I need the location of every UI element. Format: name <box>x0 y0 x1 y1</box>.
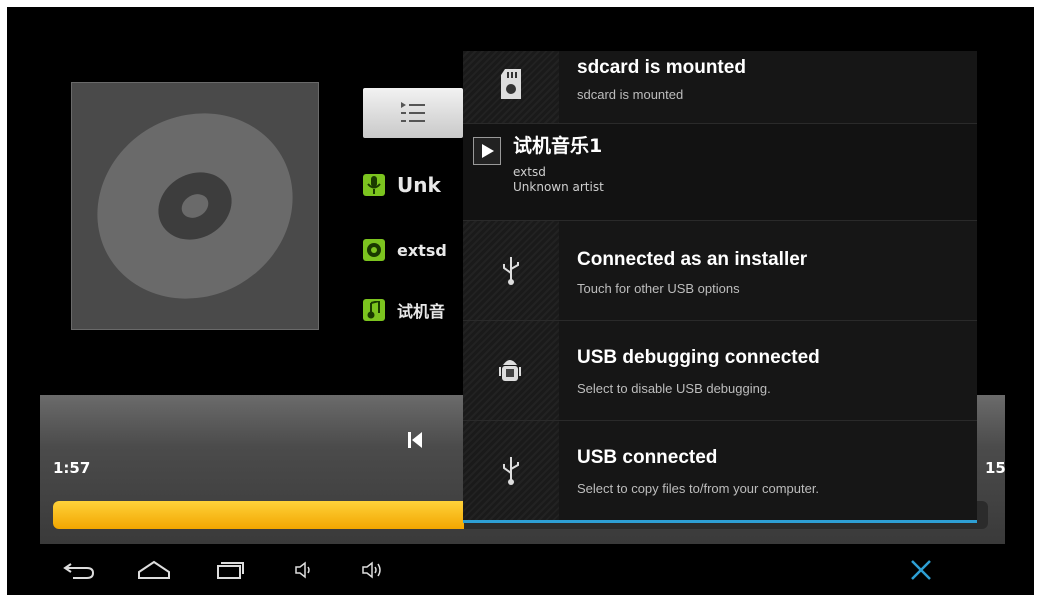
disc-icon <box>97 113 293 299</box>
list-icon <box>401 102 425 122</box>
notification-title: sdcard is mounted <box>577 57 746 78</box>
notification-title: USB connected <box>577 447 718 468</box>
sdcard-icon <box>501 69 521 99</box>
music-album: extsd <box>513 165 546 179</box>
home-button[interactable] <box>134 557 174 583</box>
time-elapsed: 1:57 <box>53 459 91 477</box>
artist-text: Unk <box>397 173 441 197</box>
notification-music[interactable]: 试机音乐1 extsd Unknown artist <box>463 124 977 221</box>
previous-button[interactable] <box>404 429 426 451</box>
album-art <box>71 82 319 330</box>
notification-play-button[interactable] <box>473 137 501 165</box>
notification-installer[interactable]: Connected as an installer Touch for othe… <box>463 221 977 321</box>
artist-row: Unk <box>363 170 441 200</box>
notification-icon-area <box>463 421 559 520</box>
notification-subtitle: Select to copy files to/from your comput… <box>577 481 820 496</box>
track-row: 试机音 <box>363 295 445 325</box>
album-text: extsd <box>397 240 447 260</box>
notification-subtitle: sdcard is mounted <box>577 87 684 102</box>
back-icon <box>63 563 95 579</box>
album-disc-icon <box>363 239 385 261</box>
notification-icon-area <box>463 221 559 320</box>
recent-apps-button[interactable] <box>209 557 249 583</box>
notification-sdcard[interactable]: sdcard is mounted sdcard is mounted <box>463 51 977 124</box>
volume-down-icon <box>295 561 310 579</box>
music-artist: Unknown artist <box>513 180 604 194</box>
play-icon <box>474 138 500 164</box>
system-nav-bar <box>7 544 1034 595</box>
volume-up-button[interactable] <box>354 557 394 583</box>
back-button[interactable] <box>59 557 99 583</box>
notification-usb-connected[interactable]: USB connected Select to copy files to/fr… <box>463 421 977 520</box>
android-debug-icon <box>499 360 521 381</box>
music-title: 试机音乐1 <box>513 135 603 157</box>
notification-icon-area <box>463 321 559 420</box>
notification-shade: sdcard is mounted sdcard is mounted 试机音乐… <box>463 51 977 523</box>
recent-apps-icon <box>217 562 244 579</box>
progress-fill <box>53 501 465 529</box>
notification-title: Connected as an installer <box>577 249 808 270</box>
notification-usb-debugging[interactable]: USB debugging connected Select to disabl… <box>463 321 977 421</box>
volume-down-button[interactable] <box>284 557 324 583</box>
notification-subtitle: Select to disable USB debugging. <box>577 381 771 396</box>
volume-up-icon <box>362 561 381 579</box>
time-total: 15 <box>985 459 1006 477</box>
notification-subtitle: Touch for other USB options <box>577 281 740 296</box>
notification-icon-area <box>463 51 559 123</box>
close-button[interactable] <box>905 554 937 586</box>
screen: Unk extsd 试机音 1:57 15 sdcard is mounted … <box>7 7 1034 595</box>
notification-title: USB debugging connected <box>577 347 820 368</box>
home-icon <box>138 560 170 579</box>
usb-icon <box>503 257 519 285</box>
microphone-icon <box>363 174 385 196</box>
previous-icon <box>408 432 422 448</box>
playlist-button[interactable] <box>363 88 463 138</box>
usb-icon <box>503 457 519 485</box>
album-row: extsd <box>363 235 447 265</box>
track-text: 试机音 <box>397 302 446 321</box>
close-icon <box>911 560 931 580</box>
music-note-icon <box>363 299 385 321</box>
